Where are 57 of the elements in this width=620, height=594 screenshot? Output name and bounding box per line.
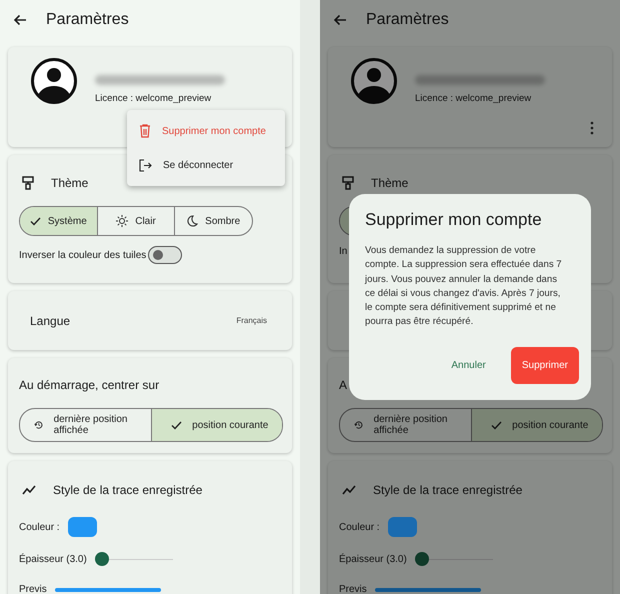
theme-option[interactable]: Sombre	[174, 207, 252, 235]
width-label: Épaisseur (3.0)	[339, 554, 407, 564]
theme-option[interactable]: Système	[20, 207, 97, 235]
startup-option[interactable]: dernière position affichée	[20, 409, 150, 441]
more-menu-icon[interactable]	[590, 121, 594, 135]
color-swatch[interactable]	[68, 517, 97, 537]
section-title: Style de la trace enregistrée	[373, 483, 522, 497]
theme-option[interactable]: Clair	[96, 207, 174, 235]
width-label: Épaisseur (3.0)	[19, 554, 87, 564]
license-text: Licence : welcome_preview	[415, 93, 532, 104]
slider-thumb[interactable]	[94, 552, 109, 566]
dialog-message: Vous demandez la suppression de votre compte. La suppression sera effectuée dans 7 jours. Vous pouvez annuler la demande dans ce délai si vous changez d'avis. Après 7 jours, le compte sera définitivement supprimé et ne pourra pas être récupéré.	[365, 244, 563, 330]
section-title: Style de la trace enregistrée	[53, 483, 202, 497]
screen-title: Paramètres	[366, 11, 449, 29]
cancel-button[interactable]: Annuler	[440, 346, 497, 384]
paint-roller-icon	[22, 176, 34, 190]
section-title: Thème	[371, 176, 408, 190]
avatar-icon	[30, 57, 78, 105]
sun-icon	[116, 215, 128, 227]
back-arrow-icon[interactable]	[13, 14, 27, 26]
check-icon	[30, 216, 41, 226]
back-arrow-icon[interactable]	[333, 14, 347, 26]
startup-option[interactable]: position courante	[470, 409, 602, 441]
preview-label: Previs	[19, 584, 47, 594]
section-title: Thème	[51, 176, 88, 190]
slider-thumb[interactable]	[414, 552, 429, 566]
trash-icon	[139, 124, 151, 138]
preview-label: Previs	[339, 584, 367, 594]
check-icon	[171, 420, 182, 430]
license-text: Licence : welcome_preview	[95, 93, 212, 104]
menu-item[interactable]: Supprimer mon compte	[127, 114, 285, 148]
trend-line-icon	[22, 485, 36, 495]
moon-icon	[187, 215, 198, 227]
language-value: Français	[236, 316, 267, 325]
logout-icon	[139, 158, 152, 172]
paint-roller-icon	[342, 176, 354, 190]
section-title: Au démarrage, centrer sur	[19, 378, 160, 392]
language-card[interactable]: Langue Français	[8, 291, 292, 350]
toggle-switch[interactable]	[148, 246, 182, 264]
delete-button[interactable]: Supprimer	[510, 346, 579, 384]
toggle-label: Inverser la couleur des tuiles	[19, 250, 146, 260]
avatar-icon	[350, 57, 398, 105]
section-title: A	[339, 378, 348, 392]
dialog-title: Supprimer mon compte	[365, 210, 543, 230]
startup-option[interactable]: position courante	[150, 409, 282, 441]
color-label: Couleur :	[339, 522, 380, 532]
trend-line-icon	[342, 485, 356, 495]
history-icon	[34, 419, 44, 431]
history-icon	[354, 419, 364, 431]
screen-title: Paramètres	[46, 11, 129, 29]
language-label: Langue	[30, 314, 70, 328]
color-label: Couleur :	[19, 522, 60, 532]
color-swatch[interactable]	[388, 517, 417, 537]
toggle-label: In	[339, 246, 348, 257]
check-icon	[491, 420, 502, 430]
startup-option[interactable]: dernière position affichée	[340, 409, 470, 441]
menu-item[interactable]: Se déconnecter	[127, 148, 285, 182]
